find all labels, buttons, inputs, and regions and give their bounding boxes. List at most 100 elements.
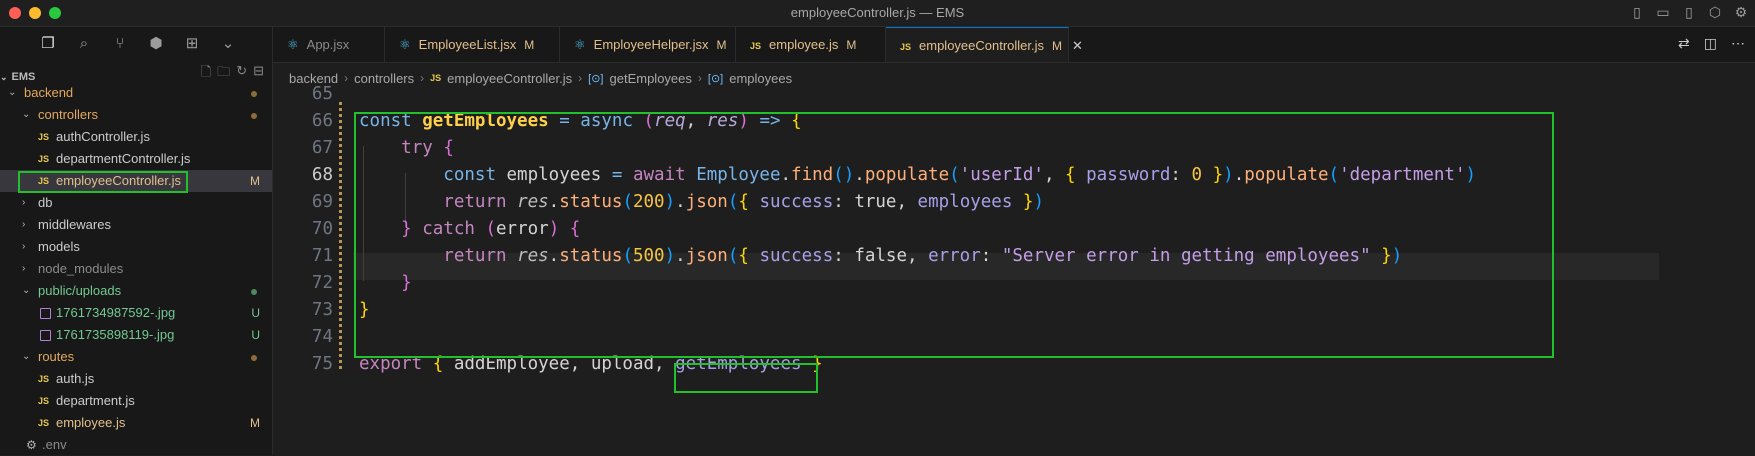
- js-file-icon: JS: [38, 132, 50, 142]
- tree-item[interactable]: › models: [0, 236, 272, 258]
- line-number: 73: [311, 300, 333, 320]
- line-number: 68: [311, 165, 333, 185]
- extensions-icon[interactable]: ⬡: [1707, 4, 1723, 21]
- line-number: 71: [311, 246, 333, 266]
- close-icon[interactable]: ✕: [1072, 38, 1083, 53]
- tab-label: employeeController.js: [919, 38, 1045, 53]
- editor-tabs: ⇄ ◫ ⋯ ⚛ App.jsx ⚛ EmployeeList.jsx M ⚛ Employe…: [273, 27, 1755, 63]
- tab-label: EmployeeList.jsx: [418, 37, 517, 52]
- tree-item-label: models: [38, 239, 80, 254]
- image-file-icon: [40, 330, 51, 341]
- source-control-icon[interactable]: ⑂: [110, 35, 130, 52]
- run-debug-icon[interactable]: ⬢: [146, 34, 166, 52]
- modified-indicator: M: [716, 38, 727, 52]
- line-number: 75: [311, 354, 333, 374]
- tab-label: employee.js: [769, 37, 839, 52]
- tree-item[interactable]: › middlewares: [0, 214, 272, 236]
- js-icon: JS: [900, 42, 912, 52]
- js-file-icon: JS: [38, 396, 50, 406]
- git-status-badge: M: [250, 174, 260, 188]
- tree-item[interactable]: JS departmentController.js: [0, 148, 272, 170]
- js-icon: JS: [750, 41, 762, 51]
- tree-item-label: department.js: [56, 393, 135, 408]
- editor-tab[interactable]: ⚛ App.jsx: [273, 27, 385, 62]
- modified-indicator: M: [846, 38, 857, 52]
- react-icon: ⚛: [574, 37, 586, 52]
- toggle-secondary-sidebar-icon[interactable]: ▯: [1681, 4, 1697, 21]
- extensions-view-icon[interactable]: ⊞: [182, 34, 202, 52]
- tab-label: EmployeeHelper.jsx: [593, 37, 709, 52]
- tree-item[interactable]: JS authController.js: [0, 126, 272, 148]
- compare-changes-icon[interactable]: ⇄: [1678, 35, 1690, 52]
- more-actions-icon[interactable]: ⋯: [1731, 35, 1745, 52]
- chevron-right-icon: ›: [22, 241, 26, 252]
- export-highlight-box: [674, 363, 818, 393]
- js-file-icon: JS: [38, 374, 50, 384]
- react-icon: ⚛: [287, 37, 299, 52]
- tree-item[interactable]: ⌄ controllers: [0, 104, 272, 126]
- editor-tab[interactable]: JS employee.js M: [736, 27, 886, 62]
- sidebar-file-highlight-box: [18, 171, 188, 193]
- line-number: 72: [311, 273, 333, 293]
- tree-item[interactable]: ⌄ public/uploads: [0, 280, 272, 302]
- line-number: 70: [311, 219, 333, 239]
- tree-item[interactable]: ⌄ backend: [0, 82, 272, 104]
- tree-item[interactable]: 1761735898119-.jpg U: [0, 324, 272, 346]
- tree-item[interactable]: JS employee.js M: [0, 412, 272, 434]
- gear-icon: ⚙: [26, 438, 37, 452]
- tree-item[interactable]: ⌄ routes: [0, 346, 272, 368]
- tree-item-label: public/uploads: [38, 283, 122, 298]
- tree-item-label: middlewares: [38, 217, 111, 232]
- tree-item-label: node_modules: [38, 261, 124, 276]
- tree-item-label: 1761734987592-.jpg: [56, 305, 176, 320]
- tree-item[interactable]: JS auth.js: [0, 368, 272, 390]
- tree-item[interactable]: ⚙ .env: [0, 434, 272, 456]
- chevron-right-icon: ›: [22, 197, 26, 208]
- chevron-right-icon: ›: [22, 263, 26, 274]
- tree-item-label: controllers: [38, 107, 98, 122]
- git-status-badge: U: [251, 328, 260, 342]
- tree-item-label: .env: [42, 437, 67, 452]
- modified-indicator: M: [524, 38, 535, 52]
- chevron-down-icon: ⌄: [8, 87, 17, 98]
- editor-tab[interactable]: JS employeeController.js M ✕: [886, 27, 1083, 62]
- tree-item-label: routes: [38, 349, 75, 364]
- explorer-files-icon[interactable]: ❐: [38, 34, 58, 52]
- line-number: 66: [311, 111, 333, 131]
- git-status-badge: U: [251, 306, 260, 320]
- editor-tab[interactable]: ⚛ EmployeeHelper.jsx M: [560, 27, 736, 62]
- split-editor-icon[interactable]: ◫: [1704, 35, 1717, 52]
- git-status-dot: [251, 355, 257, 361]
- title-bar: employeeController.js — EMS ▯ ▭ ▯ ⬡ ⚙: [0, 0, 1755, 27]
- chevron-right-icon: ›: [22, 219, 26, 230]
- line-number: 69: [311, 192, 333, 212]
- editor-tab[interactable]: ⚛ EmployeeList.jsx M: [385, 27, 560, 62]
- git-status-dot: [251, 113, 257, 119]
- file-tree: ⌄ backend ⌄ controllers JS authController.js J…: [0, 82, 272, 456]
- chevron-down-icon[interactable]: ⌄: [218, 34, 238, 52]
- js-file-icon: JS: [38, 154, 50, 164]
- window-title: employeeController.js — EMS: [790, 5, 965, 20]
- settings-gear-icon[interactable]: ⚙: [1733, 4, 1749, 21]
- chevron-down-icon: ⌄: [22, 351, 31, 362]
- search-icon[interactable]: ⌕: [74, 35, 94, 52]
- git-status-badge: M: [250, 416, 260, 430]
- function-highlight-box: [354, 112, 1554, 358]
- tree-item[interactable]: › db: [0, 192, 272, 214]
- tree-item-label: 1761735898119-.jpg: [56, 327, 175, 342]
- image-file-icon: [40, 308, 51, 319]
- code-line[interactable]: 65: [273, 81, 1755, 108]
- tree-item[interactable]: 1761734987592-.jpg U: [0, 302, 272, 324]
- git-status-dot: [251, 91, 257, 97]
- line-number: 65: [311, 84, 333, 104]
- tree-item[interactable]: › node_modules: [0, 258, 272, 280]
- toggle-panel-icon[interactable]: ▭: [1655, 4, 1671, 21]
- line-number: 74: [311, 327, 333, 347]
- tree-item-label: db: [38, 195, 53, 210]
- tree-item[interactable]: JS department.js: [0, 390, 272, 412]
- modified-indicator: M: [1052, 39, 1063, 53]
- tree-item-label: auth.js: [56, 371, 95, 386]
- tree-item-label: employee.js: [56, 415, 126, 430]
- tree-item-label: departmentController.js: [56, 151, 191, 166]
- toggle-sidebar-icon[interactable]: ▯: [1629, 4, 1645, 21]
